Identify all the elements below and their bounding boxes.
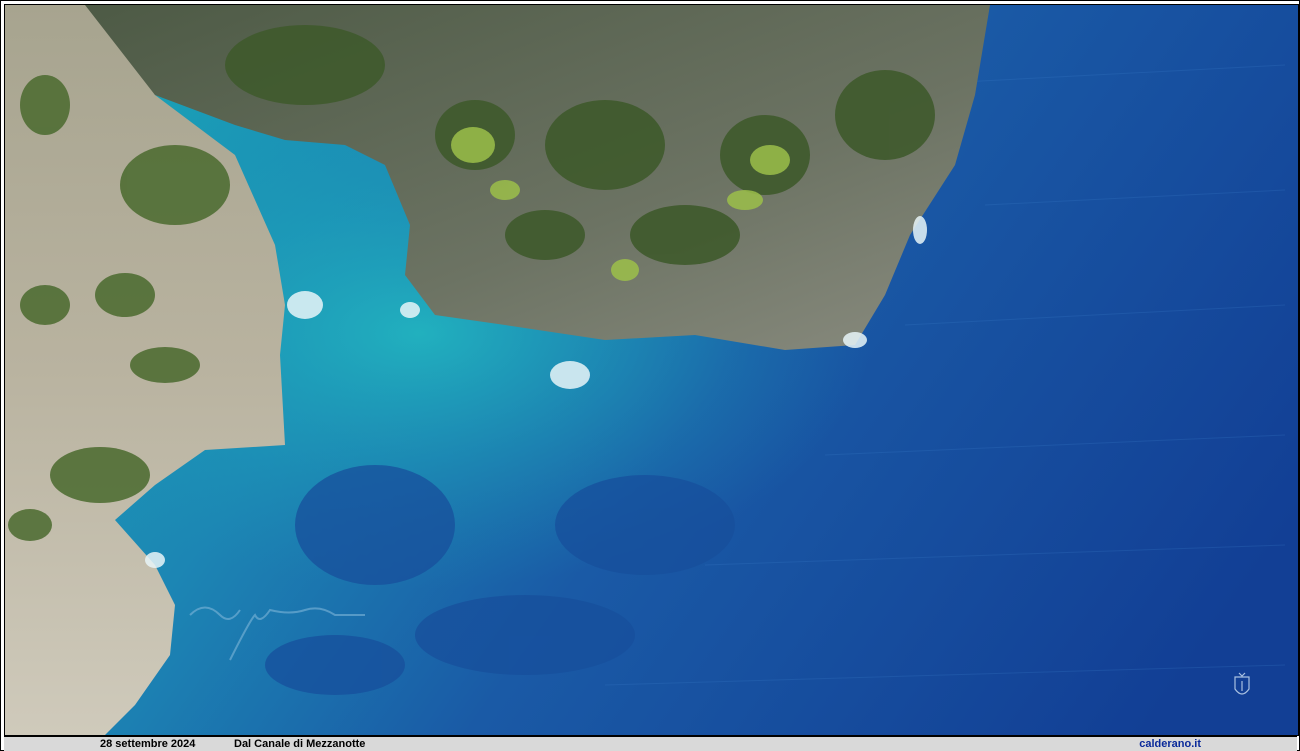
- caption-place: Dal Canale di Mezzanotte: [234, 738, 366, 750]
- aerial-photo: [4, 4, 1299, 736]
- caption-bar: 28 settembre 2024 Dal Canale di Mezzanot…: [4, 736, 1297, 751]
- caption-site[interactable]: calderano.it: [1139, 737, 1201, 751]
- caption-date: 28 settembre 2024: [100, 738, 196, 750]
- page-frame: 28 settembre 2024 Dal Canale di Mezzanot…: [0, 0, 1300, 751]
- coast-image: [5, 5, 1298, 735]
